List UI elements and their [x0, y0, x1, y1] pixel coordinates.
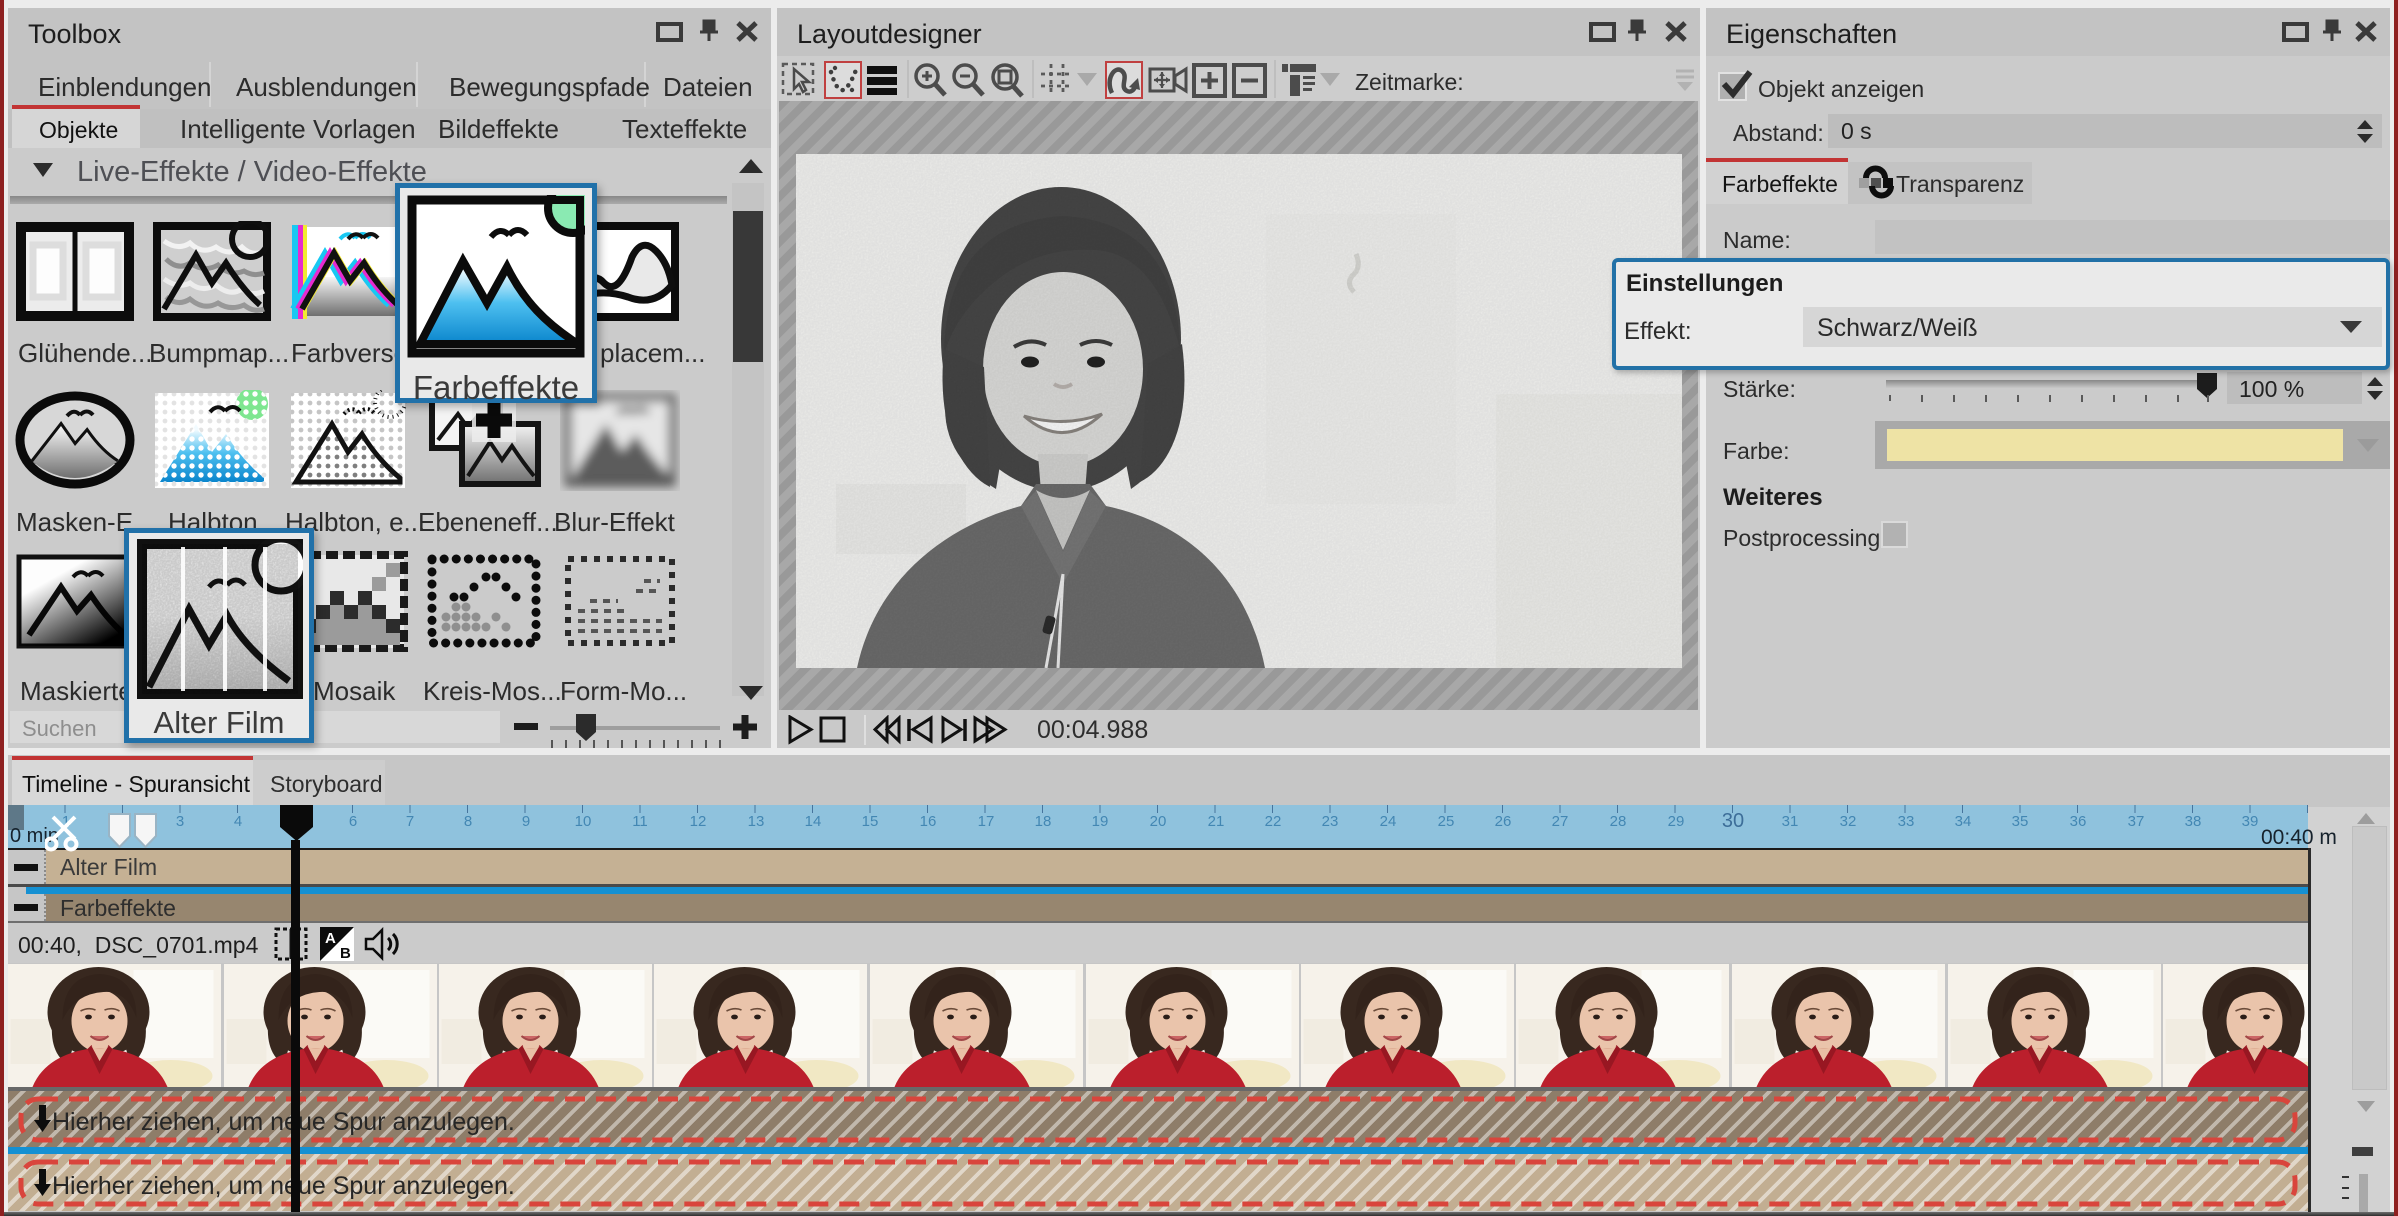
svg-text:A: A	[325, 930, 336, 947]
svg-text:B: B	[340, 945, 351, 961]
